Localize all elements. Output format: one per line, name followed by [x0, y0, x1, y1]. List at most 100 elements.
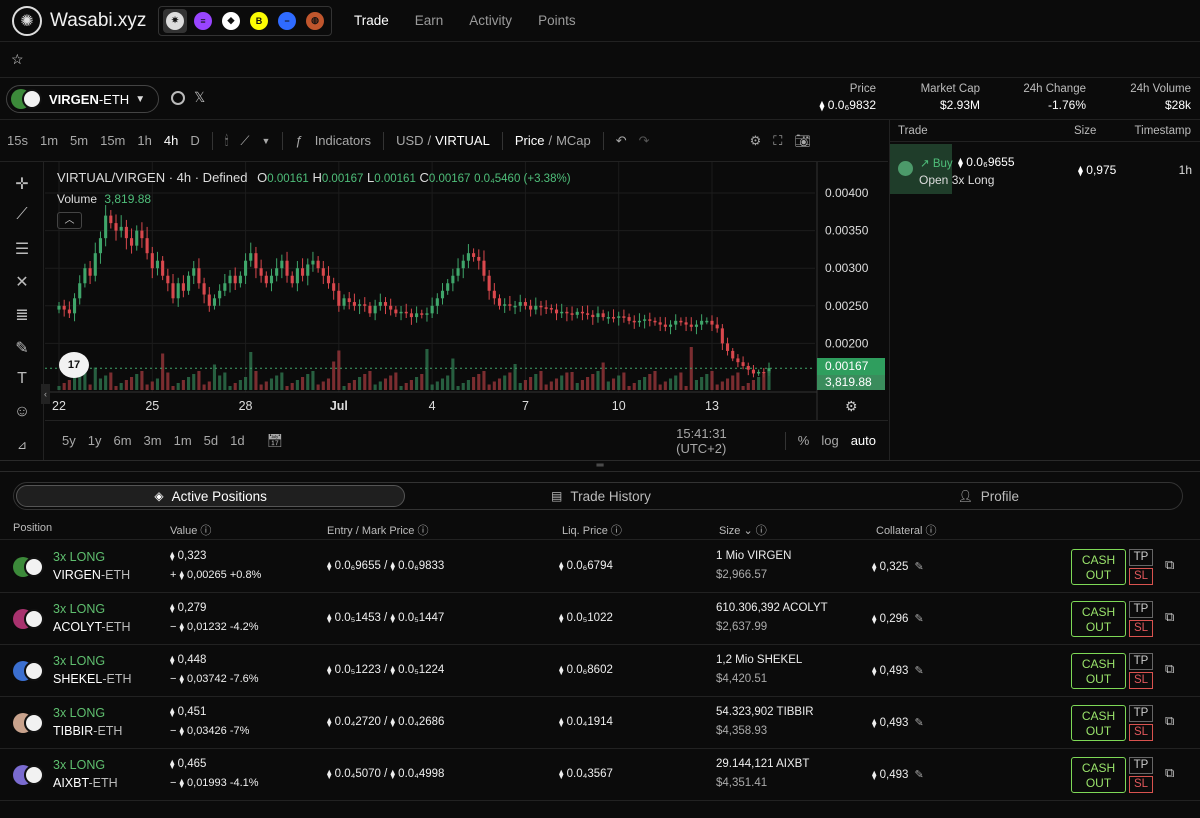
axis-settings-icon[interactable]: ⚙ — [845, 398, 858, 415]
pattern-icon[interactable]: ✕ — [12, 272, 32, 292]
interval-5m[interactable]: 5m — [70, 133, 88, 148]
nav-earn[interactable]: Earn — [415, 13, 444, 28]
undo-icon[interactable]: ↶ — [616, 133, 627, 149]
external-link-icon[interactable]: ⧉ — [1165, 557, 1174, 573]
line-chart-icon[interactable]: ⟋ — [240, 133, 249, 149]
solana-icon[interactable]: ≡ — [191, 9, 215, 33]
display-price[interactable]: Price — [515, 133, 545, 148]
tab-trade-history[interactable]: ▤ Trade History — [407, 483, 794, 509]
logo[interactable]: ✺ Wasabi.xyz — [12, 5, 152, 36]
dexscreener-icon[interactable] — [171, 91, 185, 105]
interval-D[interactable]: D — [190, 133, 199, 148]
settings-icon[interactable]: ⚙ — [750, 133, 762, 149]
fullscreen-icon[interactable]: ⛶ — [773, 133, 782, 149]
auto-toggle[interactable]: auto — [851, 433, 876, 448]
panel-resize-handle[interactable]: ═ — [0, 460, 1200, 472]
display-mcap[interactable]: MCap — [556, 133, 591, 148]
stop-loss-button[interactable]: SL — [1129, 568, 1153, 585]
interval-15s[interactable]: 15s — [7, 133, 28, 148]
star-icon[interactable]: ☆ — [11, 51, 24, 68]
stop-loss-button[interactable]: SL — [1129, 724, 1153, 741]
nav-trade[interactable]: Trade — [354, 13, 389, 28]
col-size[interactable]: Size ⌄ ⓘ — [719, 522, 767, 538]
fib-icon[interactable]: ≣ — [12, 305, 32, 325]
position-row[interactable]: 3x LONG SHEKEL-ETH ⧫ 0,448 − ⧫ 0,03742 -… — [0, 645, 1200, 697]
stop-loss-button[interactable]: SL — [1129, 620, 1153, 637]
text-icon[interactable]: T — [12, 370, 32, 390]
edit-pencil-icon[interactable]: ✎ — [914, 613, 923, 625]
take-profit-button[interactable]: TP — [1129, 705, 1153, 722]
cash-out-button[interactable]: CASH OUT — [1071, 705, 1126, 741]
position-row[interactable]: 3x LONG AIXBT-ETH ⧫ 0,465 − ⧫ 0,01993 -4… — [0, 749, 1200, 801]
edit-pencil-icon[interactable]: ✎ — [914, 665, 923, 677]
edit-pencil-icon[interactable]: ✎ — [914, 717, 923, 729]
stop-loss-button[interactable]: SL — [1129, 776, 1153, 793]
edit-pencil-icon[interactable]: ✎ — [914, 769, 923, 781]
stop-loss-button[interactable]: SL — [1129, 672, 1153, 689]
clock-time[interactable]: 15:41:31 (UTC+2) — [676, 426, 773, 456]
nav-activity[interactable]: Activity — [469, 13, 512, 28]
interval-1m[interactable]: 1m — [40, 133, 58, 148]
cash-out-button[interactable]: CASH OUT — [1071, 601, 1126, 637]
interval-4h[interactable]: 4h — [164, 133, 178, 148]
candles-icon[interactable]: 🕯︎ — [225, 133, 229, 149]
ethereum-icon[interactable]: ◆ — [219, 9, 243, 33]
indicators-icon[interactable]: ƒ — [295, 133, 302, 148]
tab-profile[interactable]: 👤︎ Profile — [795, 483, 1182, 509]
range-1y[interactable]: 1y — [88, 433, 102, 448]
range-5y[interactable]: 5y — [62, 433, 76, 448]
scroll-left-handle[interactable]: ‹ — [41, 384, 50, 404]
emoji-icon[interactable]: ☺ — [12, 403, 32, 423]
chevron-down-icon[interactable]: ▼ — [262, 136, 271, 146]
external-link-icon[interactable]: ⧉ — [1165, 661, 1174, 677]
log-toggle[interactable]: log — [821, 433, 838, 448]
tab-active-positions[interactable]: ◈ Active Positions — [16, 485, 406, 507]
take-profit-button[interactable]: TP — [1129, 549, 1153, 566]
price-chart[interactable]: 0.00400 0.00350 0.00300 0.00250 0.00200 22 25 2… — [41, 162, 888, 420]
position-row[interactable]: 3x LONG ACOLYT-ETH ⧫ 0,279 − ⧫ 0,01232 -… — [0, 593, 1200, 645]
wasabi-icon[interactable]: ✷ — [163, 8, 187, 33]
ape-icon[interactable]: ◍ — [303, 9, 327, 33]
currency-usd[interactable]: USD — [396, 133, 423, 148]
indicators-button[interactable]: Indicators — [315, 133, 371, 148]
range-5d[interactable]: 5d — [204, 433, 218, 448]
x-twitter-icon[interactable]: 𝕏 — [194, 89, 205, 106]
camera-icon[interactable]: 📷︎ — [794, 133, 811, 149]
trade-row[interactable]: ↗ Buy ⧫ 0.0₆9655 Open 3x Long ⧫ 0,975 1h — [890, 144, 1200, 194]
external-link-icon[interactable]: ⧉ — [1165, 713, 1174, 729]
position-row[interactable]: 3x LONG VIRGEN-ETH ⧫ 0,323 + ⧫ 0,00265 +… — [0, 541, 1200, 593]
currency-virtual[interactable]: VIRTUAL — [435, 133, 490, 148]
cash-out-button[interactable]: CASH OUT — [1071, 653, 1126, 689]
external-link-icon[interactable]: ⧉ — [1165, 765, 1174, 781]
brush-icon[interactable]: ✎ — [12, 338, 32, 358]
date-range-icon[interactable]: 📅︎ — [267, 433, 284, 449]
blast-icon[interactable]: B — [247, 9, 271, 33]
pair-selector[interactable]: VIRGEN-ETH ▼ — [6, 85, 159, 113]
range-3m[interactable]: 3m — [144, 433, 162, 448]
chart-svg[interactable]: 0.00400 0.00350 0.00300 0.00250 0.00200 22 25 2… — [45, 162, 888, 420]
take-profit-button[interactable]: TP — [1129, 757, 1153, 774]
crosshair-icon[interactable]: ✛ — [12, 174, 32, 194]
interval-1h[interactable]: 1h — [137, 133, 151, 148]
base-icon[interactable]: − — [275, 9, 299, 33]
horizontal-lines-icon[interactable]: ☰ — [12, 239, 32, 259]
position-row[interactable]: 3x LONG TIBBIR-ETH ⧫ 0,451 − ⧫ 0,03426 -… — [0, 697, 1200, 749]
ruler-icon[interactable]: ⊿ — [12, 438, 32, 458]
edit-pencil-icon[interactable]: ✎ — [914, 561, 923, 573]
redo-icon[interactable]: ↷ — [639, 133, 650, 149]
trendline-icon[interactable]: ⟋ — [12, 206, 32, 226]
range-1m[interactable]: 1m — [174, 433, 192, 448]
tradingview-logo[interactable]: 17 — [59, 352, 89, 378]
percent-toggle[interactable]: % — [798, 433, 810, 448]
liq-price: ⧫ 0.0₆8602 — [559, 664, 613, 676]
take-profit-button[interactable]: TP — [1129, 601, 1153, 618]
interval-15m[interactable]: 15m — [100, 133, 125, 148]
range-1d[interactable]: 1d — [230, 433, 244, 448]
take-profit-button[interactable]: TP — [1129, 653, 1153, 670]
external-link-icon[interactable]: ⧉ — [1165, 609, 1174, 625]
collapse-legend-button[interactable]: ︿ — [57, 212, 82, 229]
nav-points[interactable]: Points — [538, 13, 576, 28]
cash-out-button[interactable]: CASH OUT — [1071, 757, 1126, 793]
range-6m[interactable]: 6m — [113, 433, 131, 448]
cash-out-button[interactable]: CASH OUT — [1071, 549, 1126, 585]
